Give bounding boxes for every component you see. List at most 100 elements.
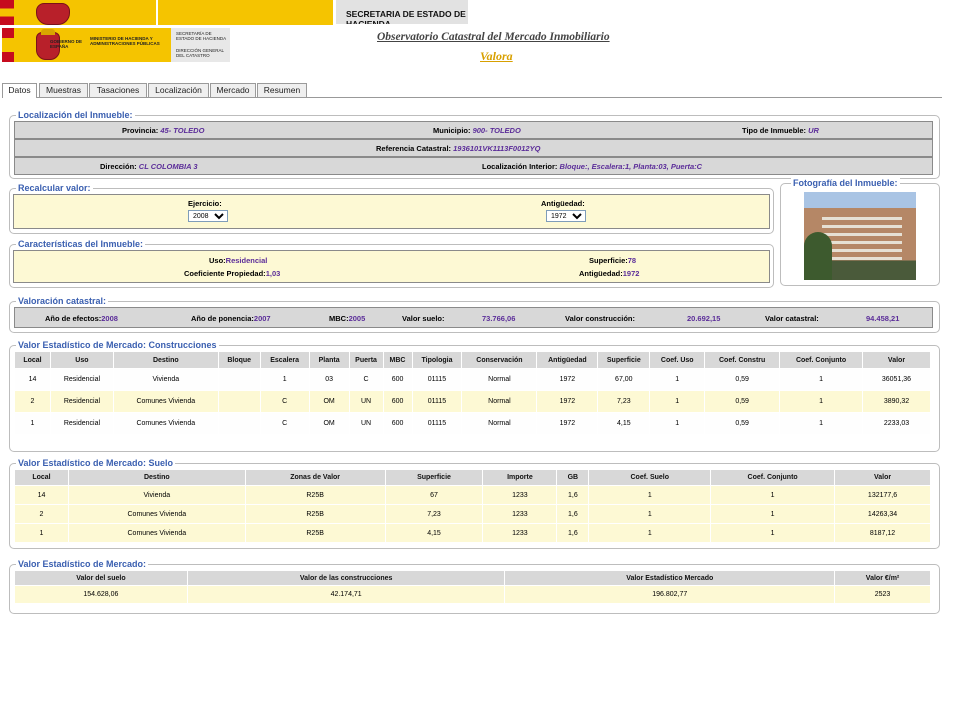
table-cell — [217, 412, 261, 435]
table-cell: Residencial — [49, 390, 114, 413]
tab-datos[interactable]: Datos — [2, 83, 37, 98]
table-cell: C — [259, 412, 310, 435]
direccion-text: DIRECCIÓN GENERAL DEL CATASTRO — [176, 48, 224, 58]
loc-interior-label: Localización Interior: — [482, 162, 558, 171]
efectos-field: Año de efectos:2008 — [45, 314, 118, 323]
tab-mercado[interactable]: Mercado — [210, 83, 256, 97]
mercado-panel: Valor Estadístico de Mercado: Valor del … — [9, 559, 940, 614]
table-cell: 1 — [649, 368, 706, 391]
table-cell: R25B — [244, 523, 386, 543]
construcciones-panel: Valor Estadístico de Mercado: Construcci… — [9, 340, 940, 452]
column-header: Coef. Conjunto — [710, 469, 836, 486]
column-header: Local — [14, 351, 51, 369]
tab-resumen[interactable]: Resumen — [257, 83, 307, 97]
foto-panel: Fotografía del Inmueble: — [780, 178, 940, 286]
uso-label: Uso: — [209, 256, 226, 265]
ejercicio-select[interactable]: 2008 — [188, 210, 228, 222]
table-cell: 1 — [259, 368, 310, 391]
tab-muestras[interactable]: Muestras — [39, 83, 88, 97]
column-header: Zonas de Valor — [244, 469, 386, 486]
flag-stripe — [0, 0, 14, 25]
referencia-field: Referencia Catastral: 1936101VK1113F0012… — [376, 144, 540, 153]
table-cell: 2 — [14, 504, 69, 524]
table-cell: 1,6 — [556, 485, 590, 505]
table-cell: Comunes Vivienda — [112, 390, 219, 413]
ejercicio-label: Ejercicio: — [188, 199, 222, 208]
localizacion-row-2: Referencia Catastral: 1936101VK1113F0012… — [14, 139, 933, 157]
table-cell: 1 — [779, 368, 863, 391]
superficie-label: Superficie: — [589, 256, 628, 265]
table-cell: 1972 — [536, 390, 599, 413]
column-header: Conservación — [461, 351, 538, 369]
table-cell: 1 — [588, 504, 712, 524]
mercado-header-row: Valor del suelo Valor de las construccion… — [14, 570, 931, 586]
table-cell: 1233 — [482, 485, 558, 505]
suelo-panel: Valor Estadístico de Mercado: Suelo Loca… — [9, 458, 940, 549]
suelo-header-row: Local Destino Zonas de Valor Superficie Impo… — [14, 469, 931, 486]
table-cell — [217, 368, 261, 391]
table-cell: 1 — [588, 523, 712, 543]
table-cell: 1972 — [536, 368, 599, 391]
uso-value: Residencial — [225, 256, 268, 265]
table-row: 1 Residencial Comunes Vivienda C OM UN 600 0111… — [14, 412, 932, 435]
construcciones-table: Local Uso Destino Bloque Escalera Planta Puert… — [14, 351, 932, 435]
column-header: Superficie — [384, 469, 484, 486]
mbc-value: 2005 — [348, 314, 366, 323]
suelo-table: Local Destino Zonas de Valor Superficie Impo… — [14, 469, 931, 543]
tipo-label: Tipo de Inmueble: — [742, 126, 807, 135]
page-title: Observatorio Catastral del Mercado Inmob… — [377, 31, 610, 43]
construccion-label: Valor construcción: — [565, 314, 636, 323]
suelo-value: 73.766,06 — [482, 314, 516, 323]
table-cell: Residencial — [49, 412, 114, 435]
table-cell: 600 — [382, 390, 413, 413]
coat-of-arms-icon — [36, 3, 70, 25]
tab-localizacion[interactable]: Localización — [148, 83, 209, 97]
table-cell: 1 — [779, 390, 863, 413]
column-header: Tipologia — [411, 351, 463, 369]
construcciones-title: Valor Estadístico de Mercado: Construcci… — [16, 340, 219, 351]
localizacion-row-1: Provincia: 45- TOLEDO Municipio: 900- TO… — [14, 121, 933, 139]
mbc-label: MBC: — [329, 314, 349, 323]
direccion-value: CL COLOMBIA 3 — [138, 162, 198, 171]
table-cell: 01115 — [411, 412, 463, 435]
construcciones-header-row: Local Uso Destino Bloque Escalera Planta Puert… — [14, 351, 932, 369]
ponencia-field: Año de ponencia:2007 — [191, 314, 271, 323]
superficie-value: 78 — [627, 256, 637, 265]
table-row: 2 Comunes Vivienda R25B 7,23 1233 1,6 1 1 14263,… — [14, 504, 931, 524]
caracteristicas-box: Uso:Residencial Superficie:78 Coeficient… — [13, 250, 770, 283]
table-cell: 1972 — [536, 412, 599, 435]
superficie-field: Superficie:78 — [589, 256, 636, 265]
table-cell: Normal — [461, 390, 538, 413]
table-cell: 67,00 — [597, 368, 651, 391]
recalcular-box: Ejercicio: 2008 Antigüedad: 1972 — [13, 194, 770, 229]
table-cell: 1233 — [482, 523, 558, 543]
mbc-field: MBC:2005 — [329, 314, 365, 323]
table-cell: 7,23 — [597, 390, 651, 413]
loc-interior-value: Bloque:, Escalera:1, Planta:03, Puerta:C — [559, 162, 703, 171]
valoracion-title: Valoración catastral: — [16, 296, 109, 307]
efectos-label: Año de efectos: — [45, 314, 102, 323]
tab-tasaciones[interactable]: Tasaciones — [89, 83, 147, 97]
page-subtitle: Valora — [480, 49, 513, 63]
tipo-value: UR — [808, 126, 819, 135]
table-cell: 36051,36 — [861, 368, 932, 391]
table-cell: 01115 — [411, 390, 463, 413]
construccion-value: 20.692,15 — [687, 314, 721, 323]
table-cell: Comunes Vivienda — [67, 504, 246, 524]
table-cell: 03 — [308, 368, 350, 391]
antiguedad-select[interactable]: 1972 — [546, 210, 586, 222]
loc-interior-field: Localización Interior: Bloque:, Escalera… — [482, 162, 702, 171]
table-cell: 1 — [710, 523, 836, 543]
table-cell: 14263,34 — [834, 504, 931, 524]
caracteristicas-title: Características del Inmueble: — [16, 239, 146, 250]
column-header: Planta — [308, 351, 350, 369]
table-cell: Normal — [461, 412, 538, 435]
table-cell: Vivienda — [67, 485, 246, 505]
table-row: 14 Residencial Vivienda 1 03 C 600 01115 Normal 1… — [14, 368, 932, 391]
ponencia-value: 2007 — [253, 314, 271, 323]
table-cell: 1 — [588, 485, 712, 505]
table-row: 1 Comunes Vivienda R25B 4,15 1233 1,6 1 1 8187,1… — [14, 523, 931, 543]
column-header: Bloque — [217, 351, 261, 369]
municipio-value: 900- TOLEDO — [472, 126, 521, 135]
referencia-value: 1936101VK1113F0012YQ — [453, 144, 541, 153]
